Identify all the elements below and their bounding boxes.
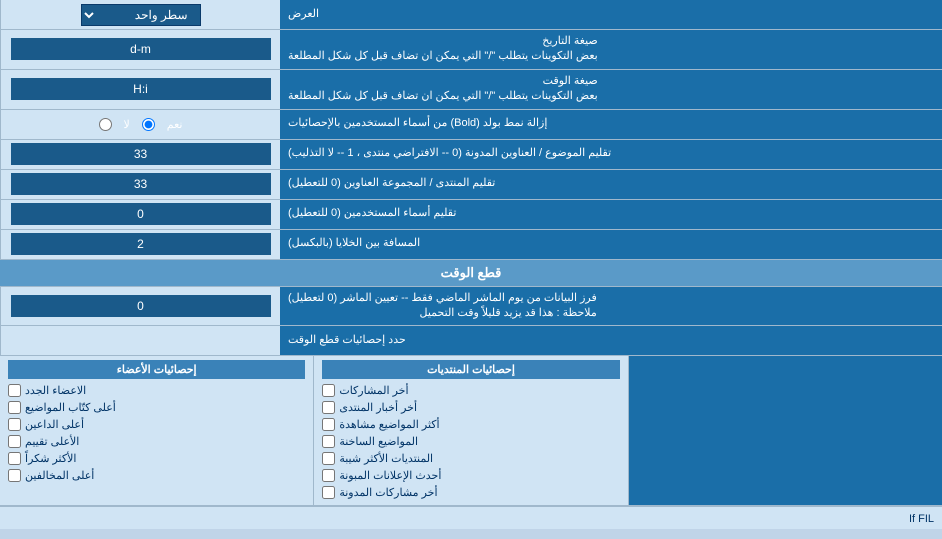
section-label-display: العرض <box>280 0 942 29</box>
checkbox-post-3[interactable] <box>322 418 335 431</box>
label-member-2: أعلى كتّاب المواضيع <box>25 401 116 414</box>
checkbox-member-2[interactable] <box>8 401 21 414</box>
label-post-7: أخر مشاركات المدونة <box>339 486 437 499</box>
checkbox-post-2[interactable] <box>322 401 335 414</box>
trim-forum-row: تقليم المنتدى / المجموعة العناوين (0 للت… <box>0 170 942 200</box>
time-format-row: صيغة الوقت بعض التكوينات يتطلب "/" التي … <box>0 70 942 110</box>
label-member-1: الاعضاء الجدد <box>25 384 86 397</box>
checkbox-item-member-1: الاعضاء الجدد <box>8 382 305 399</box>
trim-subject-input-area <box>0 140 280 169</box>
label-post-2: أخر أخبار المنتدى <box>339 401 417 414</box>
checkbox-member-6[interactable] <box>8 469 21 482</box>
time-format-input[interactable] <box>11 78 271 100</box>
trim-subject-row: تقليم الموضوع / العناوين المدونة (0 -- ا… <box>0 140 942 170</box>
cell-spacing-input-area <box>0 230 280 259</box>
checkbox-item-member-4: الأعلى تقييم <box>8 433 305 450</box>
time-cut-input-area <box>0 287 280 326</box>
stats-section: إحصائيات المنتديات أخر المشاركات أخر أخب… <box>0 356 942 506</box>
label-member-4: الأعلى تقييم <box>25 435 79 448</box>
trim-subject-label: تقليم الموضوع / العناوين المدونة (0 -- ا… <box>280 140 942 169</box>
checkbox-item-post-7: أخر مشاركات المدونة <box>322 484 619 501</box>
checkbox-member-1[interactable] <box>8 384 21 397</box>
date-format-input-area <box>0 30 280 69</box>
stats-label: حدد إحصائيات قطع الوقت <box>280 326 942 355</box>
checkbox-item-post-3: أكثر المواضيع مشاهدة <box>322 416 619 433</box>
trim-usernames-input[interactable] <box>11 203 271 225</box>
checkbox-post-1[interactable] <box>322 384 335 397</box>
trim-forum-label: تقليم المنتدى / المجموعة العناوين (0 للت… <box>280 170 942 199</box>
radio-no[interactable] <box>99 118 112 131</box>
checkbox-item-post-2: أخر أخبار المنتدى <box>322 399 619 416</box>
members-col-title: إحصائيات الأعضاء <box>8 360 305 379</box>
display-input-area: سطر واحد <box>0 0 280 29</box>
checkbox-member-3[interactable] <box>8 418 21 431</box>
radio-yes[interactable] <box>142 118 155 131</box>
checkbox-post-4[interactable] <box>322 435 335 448</box>
date-format-input[interactable] <box>11 38 271 60</box>
label-member-5: الأكثر شكراً <box>25 452 76 465</box>
stats-header-label-row: حدد إحصائيات قطع الوقت <box>0 326 942 356</box>
time-format-label: صيغة الوقت بعض التكوينات يتطلب "/" التي … <box>280 70 942 109</box>
date-format-row: صيغة التاريخ بعض التكوينات يتطلب "/" الت… <box>0 30 942 70</box>
time-cut-header: قطع الوقت <box>0 260 942 287</box>
bold-radio-group: نعم لا <box>91 118 191 131</box>
checkbox-post-5[interactable] <box>322 452 335 465</box>
bold-remove-row: إزالة نمط بولد (Bold) من أسماء المستخدمي… <box>0 110 942 140</box>
checkbox-member-4[interactable] <box>8 435 21 448</box>
trim-usernames-row: تقليم أسماء المستخدمين (0 للتعطيل) <box>0 200 942 230</box>
label-post-3: أكثر المواضيع مشاهدة <box>339 418 439 431</box>
posts-col-title: إحصائيات المنتديات <box>322 360 619 379</box>
label-post-4: المواضيع الساخنة <box>339 435 418 448</box>
time-cut-row: فرز البيانات من يوم الماشر الماضي فقط --… <box>0 287 942 327</box>
if-fil-row: If FIL <box>0 506 942 529</box>
checkbox-item-post-4: المواضيع الساخنة <box>322 433 619 450</box>
trim-subject-input[interactable] <box>11 143 271 165</box>
bold-remove-input-area: نعم لا <box>0 110 280 139</box>
date-format-label: صيغة التاريخ بعض التكوينات يتطلب "/" الت… <box>280 30 942 69</box>
checkbox-member-5[interactable] <box>8 452 21 465</box>
checkbox-item-post-5: المنتديات الأكثر شيبة <box>322 450 619 467</box>
time-cut-label: فرز البيانات من يوم الماشر الماضي فقط --… <box>280 287 942 326</box>
main-container: العرض سطر واحد صيغة التاريخ بعض التكوينا… <box>0 0 942 529</box>
cell-spacing-label: المسافة بين الخلايا (بالبكسل) <box>280 230 942 259</box>
checkbox-item-post-1: أخر المشاركات <box>322 382 619 399</box>
checkbox-item-post-6: أحدث الإعلانات المبونة <box>322 467 619 484</box>
checkbox-item-member-3: أعلى الداعين <box>8 416 305 433</box>
trim-usernames-input-area <box>0 200 280 229</box>
checkbox-item-member-2: أعلى كتّاب المواضيع <box>8 399 305 416</box>
label-post-5: المنتديات الأكثر شيبة <box>339 452 433 465</box>
time-cut-input[interactable] <box>11 295 271 317</box>
stats-right-area <box>628 356 942 505</box>
label-post-1: أخر المشاركات <box>339 384 408 397</box>
checkbox-post-7[interactable] <box>322 486 335 499</box>
label-member-6: أعلى المخالفين <box>25 469 94 482</box>
trim-forum-input-area <box>0 170 280 199</box>
header-row: العرض سطر واحد <box>0 0 942 30</box>
cell-spacing-input[interactable] <box>11 233 271 255</box>
posts-stats-col: إحصائيات المنتديات أخر المشاركات أخر أخب… <box>313 356 627 505</box>
label-post-6: أحدث الإعلانات المبونة <box>339 469 441 482</box>
bold-remove-label: إزالة نمط بولد (Bold) من أسماء المستخدمي… <box>280 110 942 139</box>
radio-yes-label: نعم <box>167 118 183 131</box>
time-format-input-area <box>0 70 280 109</box>
trim-forum-input[interactable] <box>11 173 271 195</box>
radio-no-label: لا <box>124 118 130 131</box>
checkbox-post-6[interactable] <box>322 469 335 482</box>
checkbox-item-member-6: أعلى المخالفين <box>8 467 305 484</box>
cell-spacing-row: المسافة بين الخلايا (بالبكسل) <box>0 230 942 260</box>
members-stats-col: إحصائيات الأعضاء الاعضاء الجدد أعلى كتّا… <box>0 356 313 505</box>
lines-dropdown[interactable]: سطر واحد <box>81 4 201 26</box>
label-member-3: أعلى الداعين <box>25 418 84 431</box>
trim-usernames-label: تقليم أسماء المستخدمين (0 للتعطيل) <box>280 200 942 229</box>
if-fil-label: If FIL <box>909 513 934 525</box>
checkbox-item-member-5: الأكثر شكراً <box>8 450 305 467</box>
